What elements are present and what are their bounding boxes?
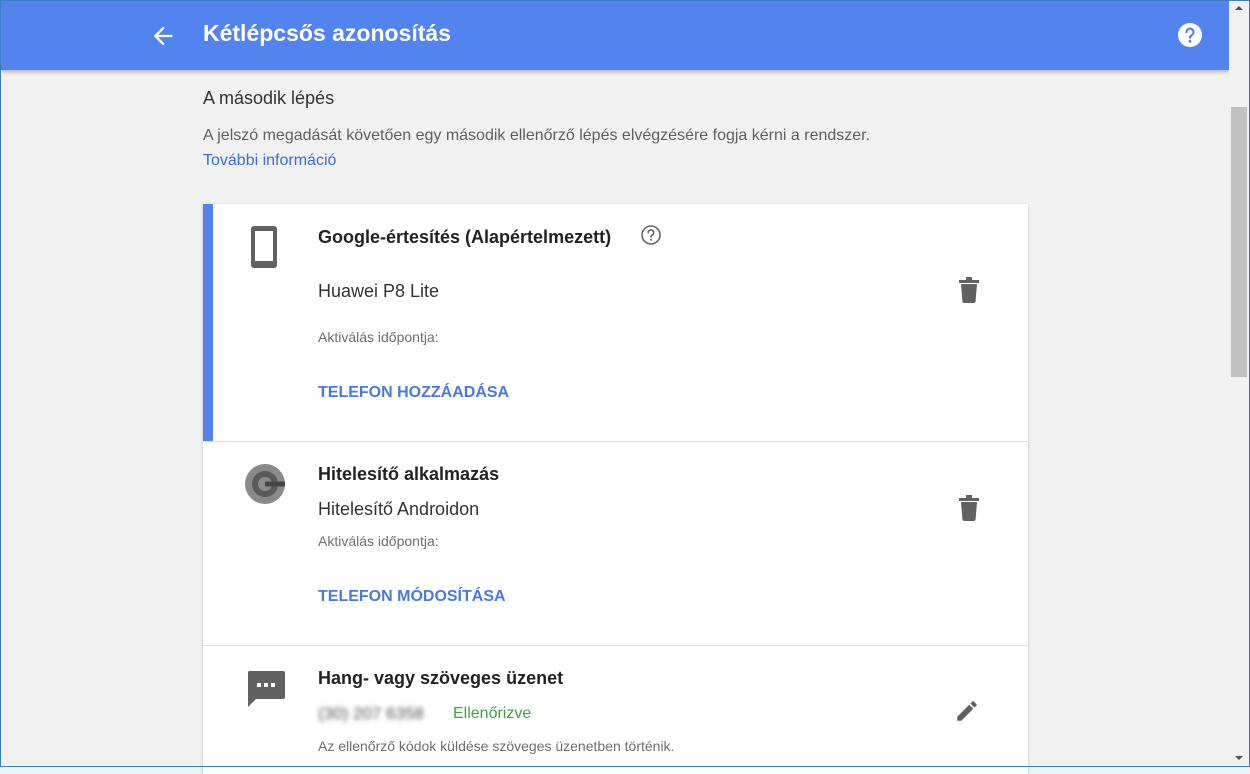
- method-title-authenticator: Hitelesítő alkalmazás: [318, 464, 500, 484]
- delete-google-prompt-button[interactable]: [958, 277, 980, 303]
- method-title-sms: Hang- vagy szöveges üzenet: [318, 668, 564, 688]
- arrow-back-icon: [153, 26, 173, 46]
- method-divider: [203, 441, 1028, 442]
- vertical-scrollbar[interactable]: [1229, 0, 1249, 766]
- activation-label-google-prompt: Aktiválás időpontja:: [318, 329, 439, 345]
- scroll-down-button[interactable]: [1229, 749, 1249, 766]
- method-divider: [203, 645, 1028, 646]
- page-title: Kétlépcsős azonosítás: [203, 20, 451, 46]
- trash-icon: [959, 495, 979, 521]
- section-heading: A második lépés: [203, 88, 335, 108]
- sms-note: Az ellenőrző kódok küldése szöveges üzen…: [318, 738, 675, 754]
- edit-sms-button[interactable]: [954, 698, 980, 724]
- methods-card: Google-értesítés (Alapértelmezett) Huawe…: [203, 204, 1028, 774]
- pencil-icon: [957, 701, 977, 721]
- section-description: A jelszó megadását követően egy második …: [203, 127, 871, 144]
- default-method-indicator: [203, 204, 213, 441]
- trash-icon: [959, 277, 979, 303]
- add-phone-button[interactable]: TELEFON HOZZÁADÁSA: [318, 384, 509, 402]
- chevron-up-icon: [1235, 6, 1243, 10]
- help-button[interactable]: [1177, 22, 1203, 48]
- device-name-authenticator: Hitelesítő Androidon: [318, 499, 480, 519]
- scroll-up-button[interactable]: [1229, 0, 1249, 17]
- device-name-google-prompt: Huawei P8 Lite: [318, 281, 440, 301]
- scrollbar-thumb[interactable]: [1231, 107, 1247, 377]
- activation-label-authenticator: Aktiválás időpontja:: [318, 533, 439, 549]
- app-header: Kétlépcsős azonosítás: [1, 0, 1229, 70]
- more-info-link[interactable]: További információ: [203, 152, 336, 170]
- chevron-down-icon: [1235, 756, 1243, 760]
- help-outline-icon[interactable]: [640, 224, 662, 246]
- method-title-google-prompt: Google-értesítés (Alapértelmezett): [318, 227, 612, 247]
- help-icon: [1178, 23, 1202, 47]
- message-icon: [247, 671, 285, 707]
- phone-number: (30) 207 6358: [318, 704, 424, 723]
- back-button[interactable]: [149, 22, 177, 50]
- verified-status: Ellenőrizve: [453, 705, 532, 722]
- delete-authenticator-button[interactable]: [958, 495, 980, 521]
- authenticator-app-icon: [245, 464, 285, 504]
- change-phone-button[interactable]: TELEFON MÓDOSÍTÁSA: [318, 588, 506, 606]
- smartphone-icon: [251, 226, 277, 268]
